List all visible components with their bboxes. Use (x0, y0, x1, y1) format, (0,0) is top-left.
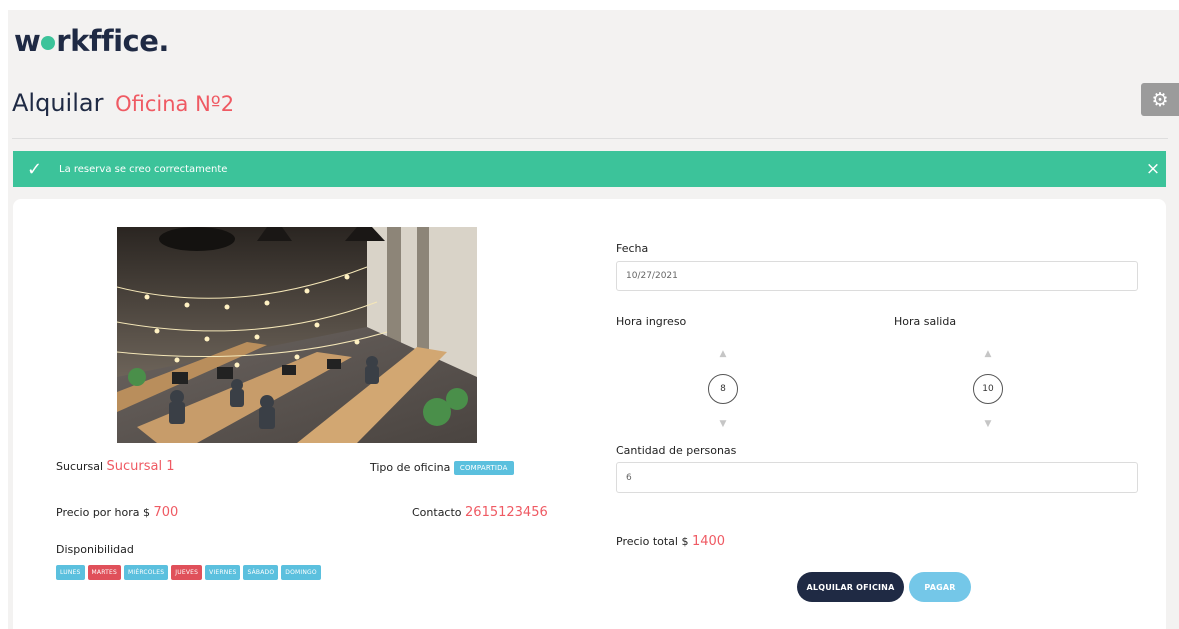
branch-value: Sucursal 1 (106, 459, 175, 474)
day-badge-domingo: DOMINGO (281, 565, 321, 580)
date-field[interactable]: 10/27/2021 (616, 261, 1138, 291)
total-price-info: Precio total $ 1400 (616, 534, 725, 549)
settings-button[interactable]: ⚙ (1141, 83, 1179, 116)
header-divider (12, 138, 1168, 139)
check-icon: ✓ (27, 158, 43, 180)
hour-in-label: Hora ingreso (616, 315, 687, 328)
pay-button[interactable]: PAGAR (909, 572, 971, 602)
hour-out-value[interactable]: 10 (973, 374, 1003, 404)
alert-message: La reserva se creo correctamente (59, 163, 228, 175)
day-badge-sabado: SÁBADO (243, 565, 279, 580)
arrow-down-icon[interactable]: ▼ (720, 419, 727, 429)
arrow-up-icon[interactable]: ▲ (985, 349, 992, 359)
day-badge-martes: MARTES (87, 565, 122, 580)
availability-days: LUNES MARTES MIÉRCOLES JUEVES VIERNES SÁ… (56, 565, 321, 580)
people-label: Cantidad de personas (616, 444, 737, 457)
hour-out-stepper: ▲ 10 ▼ (971, 349, 1005, 429)
close-icon[interactable]: × (1140, 159, 1166, 179)
rent-office-button[interactable]: ALQUILAR OFICINA (797, 572, 904, 602)
arrow-up-icon[interactable]: ▲ (720, 349, 727, 359)
people-field[interactable]: 6 (616, 462, 1138, 493)
logo-dot-icon (41, 35, 56, 50)
page-title-office: Oficina Nº2 (115, 92, 235, 116)
date-label: Fecha (616, 242, 649, 255)
logo-text-end: rkffice. (56, 24, 169, 58)
hour-in-stepper: ▲ 8 ▼ (706, 349, 740, 429)
hour-out-label: Hora salida (894, 315, 957, 328)
page-background: w rkffice. Alquilar Oficina Nº2 ⚙ ✓ La re… (8, 10, 1179, 629)
day-badge-lunes: LUNES (56, 565, 85, 580)
price-value: 700 (153, 505, 179, 520)
availability-label: Disponibilidad (56, 543, 134, 556)
success-alert: ✓ La reserva se creo correctamente × (13, 151, 1166, 187)
contact-info: Contacto 2615123456 (412, 505, 548, 520)
total-price-label: Precio total $ (616, 535, 689, 548)
day-badge-jueves: JUEVES (171, 565, 203, 580)
workffice-logo[interactable]: w rkffice. (14, 24, 169, 58)
gear-icon: ⚙ (1151, 88, 1169, 111)
contact-value: 2615123456 (465, 505, 548, 520)
price-info: Precio por hora $ 700 (56, 505, 178, 520)
page-title: Alquilar Oficina Nº2 (12, 88, 234, 119)
office-type-label: Tipo de oficina (370, 461, 451, 474)
contact-label: Contacto (412, 506, 462, 519)
day-badge-miercoles: MIÉRCOLES (124, 565, 169, 580)
total-price-value: 1400 (691, 534, 726, 549)
logo-text-start: w (14, 24, 41, 58)
office-photo (117, 227, 477, 443)
day-badge-viernes: VIERNES (205, 565, 241, 580)
arrow-down-icon[interactable]: ▼ (985, 419, 992, 429)
rental-card: Sucursal Sucursal 1 Tipo de oficina COMP… (13, 199, 1166, 629)
branch-info: Sucursal Sucursal 1 (56, 459, 175, 474)
office-type-badge: COMPARTIDA (453, 461, 514, 475)
branch-label: Sucursal (56, 460, 104, 473)
office-type-info: Tipo de oficina COMPARTIDA (370, 461, 514, 475)
hour-in-value[interactable]: 8 (708, 374, 738, 404)
price-label: Precio por hora $ (56, 506, 151, 519)
page-title-action: Alquilar (12, 89, 104, 117)
